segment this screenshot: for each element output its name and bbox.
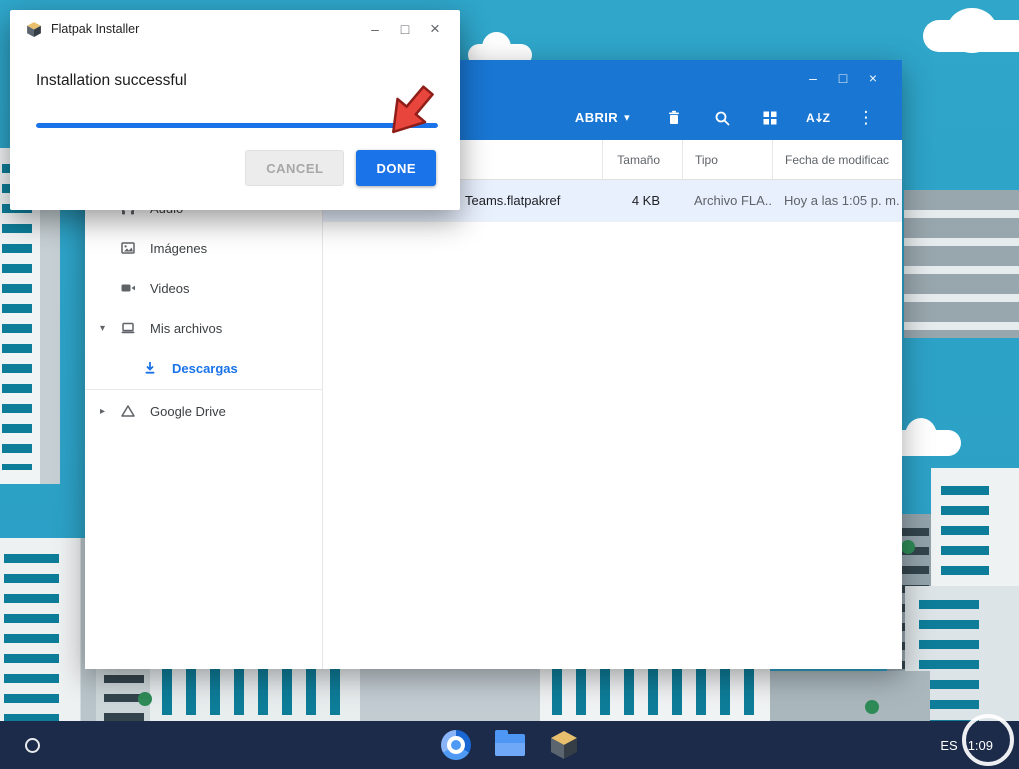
sidebar-item-google-drive[interactable]: ▸ Google Drive: [85, 391, 322, 431]
file-modified: Hoy a las 1:05 p. m.: [784, 193, 900, 208]
download-icon: [142, 360, 158, 376]
sidebar-item-label: Descargas: [172, 360, 238, 376]
sidebar-item-images[interactable]: Imágenes: [85, 228, 322, 268]
sort-a-label: A: [805, 110, 815, 125]
chevron-down-icon[interactable]: ▾: [100, 323, 118, 334]
search-button[interactable]: [698, 109, 746, 127]
file-list-empty-area[interactable]: [323, 222, 902, 669]
delete-button[interactable]: [650, 109, 698, 127]
laptop-icon: [120, 320, 136, 336]
wallpaper-building: [360, 669, 540, 721]
sidebar-item-label: Imágenes: [150, 240, 208, 256]
google-drive-icon: [120, 403, 136, 419]
minimize-button[interactable]: –: [798, 67, 828, 89]
open-button[interactable]: ABRIR ▾: [575, 110, 630, 125]
sidebar-item-downloads[interactable]: Descargas: [85, 348, 322, 388]
grid-view-icon: [763, 111, 777, 124]
files-body: Audio Imágenes: [85, 140, 902, 669]
dialog-buttons: CANCEL DONE: [245, 150, 436, 186]
chevron-right-icon[interactable]: ▸: [100, 406, 118, 417]
desktop: – □ × ABRIR ▾ A Z ⋮ Imágenes Videos ▾ Mi…: [0, 0, 1019, 769]
sort-button[interactable]: A Z: [794, 111, 842, 125]
dialog-close-button[interactable]: ×: [420, 19, 450, 39]
search-icon: [715, 111, 730, 125]
file-type: Archivo FLA...: [694, 193, 772, 208]
close-button[interactable]: ×: [858, 67, 888, 89]
launcher-button[interactable]: [16, 721, 48, 769]
wallpaper-building: [904, 190, 1019, 338]
open-button-label: ABRIR: [574, 110, 619, 125]
shelf: ES 1:09: [0, 721, 1019, 769]
files-app-button[interactable]: [494, 729, 526, 761]
file-size: 4 KB: [631, 193, 660, 208]
wallpaper-building: [770, 671, 930, 721]
dialog-titlebar: Flatpak Installer – □ ×: [10, 10, 460, 48]
files-sidebar: Audio Imágenes: [85, 140, 323, 669]
file-list: Tamaño Tipo Fecha de modificac Teams.fla…: [323, 140, 902, 669]
installation-status-message: Installation successful: [36, 72, 187, 89]
column-header-size[interactable]: Tamaño: [602, 140, 682, 179]
more-options-button[interactable]: ⋮: [842, 108, 890, 128]
cancel-button[interactable]: CANCEL: [245, 150, 345, 186]
arrow-down-icon: [815, 112, 822, 123]
chrome-app-button[interactable]: [440, 729, 472, 761]
maximize-button[interactable]: □: [828, 67, 858, 89]
folder-icon: [494, 730, 525, 756]
sidebar-item-label: Mis archivos: [150, 320, 223, 336]
image-icon: [120, 240, 136, 256]
videocam-icon: [120, 280, 136, 296]
dialog-minimize-button[interactable]: –: [360, 21, 390, 37]
dialog-maximize-button[interactable]: □: [390, 21, 420, 37]
dialog-title: Flatpak Installer: [51, 22, 140, 36]
wallpaper-tree: [901, 540, 915, 554]
caret-down-icon: ▾: [624, 112, 630, 124]
shelf-apps: [440, 729, 580, 761]
flatpak-cube-icon: [550, 731, 577, 759]
trash-icon: [669, 110, 679, 124]
column-header-date[interactable]: Fecha de modificac: [772, 140, 902, 179]
chrome-icon: [440, 730, 471, 760]
wallpaper-cloud: [923, 8, 1019, 53]
wallpaper-tree: [865, 700, 879, 714]
sort-z-label: Z: [822, 110, 830, 125]
sidebar-item-videos[interactable]: Videos: [85, 268, 322, 308]
language-indicator: ES: [940, 737, 958, 753]
sidebar-item-label: Videos: [150, 280, 190, 296]
flatpak-app-button[interactable]: [548, 729, 580, 761]
sidebar-divider: [85, 389, 322, 390]
column-header-type[interactable]: Tipo: [682, 140, 772, 179]
flatpak-icon: [27, 21, 41, 37]
launcher-icon: [24, 737, 40, 753]
wallpaper-tree: [138, 692, 152, 706]
view-toggle-button[interactable]: [746, 109, 794, 127]
sidebar-item-my-files[interactable]: ▾ Mis archivos: [85, 308, 322, 348]
wallpaper-magnifier-ring: [962, 714, 1014, 766]
sidebar-item-label: Google Drive: [150, 403, 226, 419]
done-button[interactable]: DONE: [356, 150, 436, 186]
